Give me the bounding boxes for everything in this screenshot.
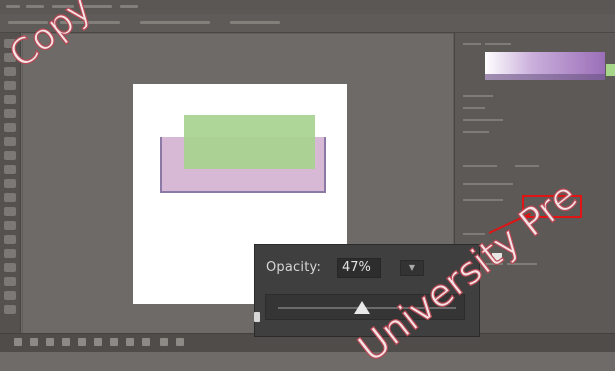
green-rectangle-shape[interactable]	[184, 115, 315, 169]
status-icon[interactable]	[46, 338, 54, 346]
status-icon[interactable]	[126, 338, 134, 346]
opacity-label: Opacity:	[266, 260, 322, 275]
status-icon[interactable]	[160, 338, 168, 346]
status-icon[interactable]	[78, 338, 86, 346]
color-chip[interactable]	[606, 64, 615, 76]
lock-icon[interactable]	[254, 312, 260, 322]
opacity-input[interactable]: 47%	[337, 258, 381, 278]
status-icon[interactable]	[142, 338, 150, 346]
color-hue-strip[interactable]	[485, 74, 605, 80]
status-icon[interactable]	[62, 338, 70, 346]
color-gradient-swatch[interactable]	[485, 52, 605, 74]
status-icon[interactable]	[14, 338, 22, 346]
tools-panel[interactable]	[0, 33, 21, 333]
slider-thumb-icon[interactable]	[353, 301, 370, 314]
status-icon[interactable]	[110, 338, 118, 346]
status-icon[interactable]	[176, 338, 184, 346]
dropdown-arrow-icon[interactable]: ▼	[400, 260, 424, 276]
status-icon[interactable]	[30, 338, 38, 346]
status-icon[interactable]	[94, 338, 102, 346]
